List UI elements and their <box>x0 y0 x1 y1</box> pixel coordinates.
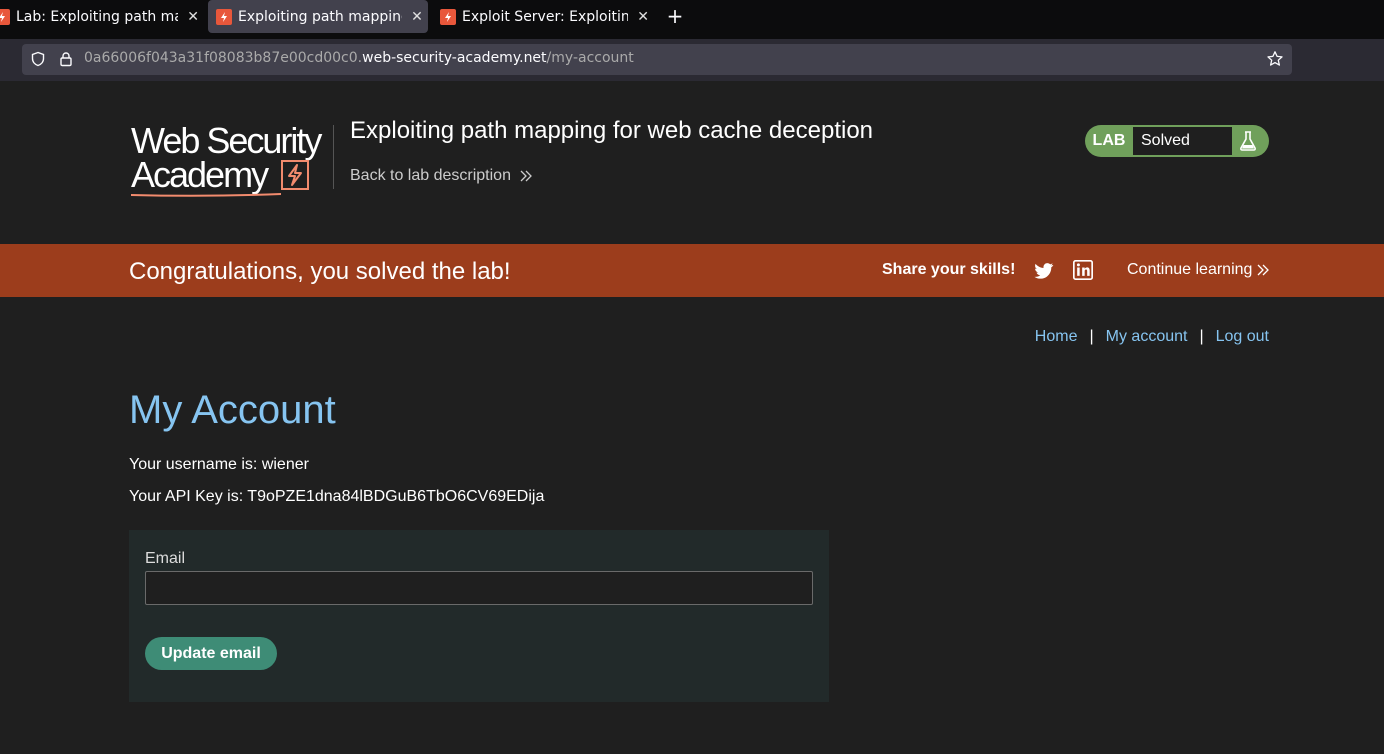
url-path: /my-account <box>546 50 634 66</box>
lab-title: Exploiting path mapping for web cache de… <box>350 117 874 144</box>
lab-header: Web Security Academy Exploiting path map… <box>0 81 1384 244</box>
browser-tab-exploit-server[interactable]: Exploit Server: Exploiting ✕ <box>440 0 650 33</box>
logo-underline-icon <box>131 193 281 197</box>
nav-separator: | <box>1089 328 1094 345</box>
flask-icon <box>1240 131 1256 151</box>
lab-status-value: Solved <box>1133 127 1232 155</box>
linkedin-icon[interactable] <box>1073 260 1093 280</box>
lab-status-label: LAB <box>1092 132 1126 149</box>
nav-logout-link[interactable]: Log out <box>1216 328 1269 346</box>
close-icon[interactable]: ✕ <box>186 9 200 25</box>
nav-separator: | <box>1199 328 1204 345</box>
share-skills-label: Share your skills! <box>882 261 1016 278</box>
lock-icon[interactable] <box>58 51 74 67</box>
email-label: Email <box>145 550 186 567</box>
tab-title: Exploiting path mapping <box>238 8 402 25</box>
close-icon[interactable]: ✕ <box>410 9 424 25</box>
new-tab-button[interactable]: + <box>664 4 686 28</box>
nav-my-account-link[interactable]: My account <box>1106 328 1188 346</box>
lab-status-widget: LAB Solved <box>1085 125 1269 157</box>
twitter-icon[interactable] <box>1034 261 1054 281</box>
site-nav: Home | My account | Log out <box>1035 328 1269 346</box>
favicon-icon <box>440 8 456 25</box>
url-bar[interactable]: 0a66006f043a31f08083b87e00cd00c0.web-sec… <box>22 44 1292 75</box>
update-email-form: Email Update email <box>129 530 829 702</box>
favicon-icon <box>216 8 232 25</box>
nav-home-link[interactable]: Home <box>1035 328 1078 346</box>
tab-title: Lab: Exploiting path map <box>16 8 179 25</box>
page-content: Web Security Academy Exploiting path map… <box>0 81 1384 754</box>
page-title: My Account <box>129 388 336 432</box>
shield-icon[interactable] <box>30 51 46 67</box>
bookmark-star-icon[interactable] <box>1266 50 1284 68</box>
double-chevron-right-icon <box>1257 264 1270 276</box>
url-text[interactable]: 0a66006f043a31f08083b87e00cd00c0.web-sec… <box>84 50 634 66</box>
logo-line2: Academy <box>131 154 269 195</box>
academy-logo[interactable]: Web Security Academy <box>131 123 331 197</box>
tab-title: Exploit Server: Exploiting <box>462 8 629 25</box>
close-icon[interactable]: ✕ <box>636 9 650 25</box>
continue-learning-label: Continue learning <box>1127 261 1253 278</box>
bolt-icon <box>281 160 309 190</box>
favicon-icon <box>0 8 10 25</box>
url-prefix: 0a66006f043a31f08083b87e00cd00c0. <box>84 50 363 66</box>
continue-learning-link[interactable]: Continue learning <box>1127 261 1270 279</box>
congrats-message: Congratulations, you solved the lab! <box>129 258 511 285</box>
browser-nav-bar: 0a66006f043a31f08083b87e00cd00c0.web-sec… <box>0 39 1384 81</box>
header-divider <box>333 125 334 189</box>
update-email-button[interactable]: Update email <box>145 637 277 670</box>
browser-tab-exploiting[interactable]: Exploiting path mapping ✕ <box>208 0 428 33</box>
browser-tab-bar: Lab: Exploiting path map ✕ Exploiting pa… <box>0 0 1384 39</box>
browser-tab-lab[interactable]: Lab: Exploiting path map ✕ <box>0 0 200 33</box>
back-to-lab-description-link[interactable]: Back to lab description <box>350 167 533 185</box>
email-field[interactable] <box>145 571 813 605</box>
username-text: Your username is: wiener <box>129 456 309 473</box>
api-key-text: Your API Key is: T9oPZE1dna84lBDGuB6TbO6… <box>129 488 545 505</box>
url-host: web-security-academy.net <box>362 50 547 66</box>
solved-banner: Congratulations, you solved the lab! Sha… <box>0 244 1384 297</box>
double-chevron-right-icon <box>520 170 532 182</box>
back-link-label: Back to lab description <box>350 167 511 184</box>
